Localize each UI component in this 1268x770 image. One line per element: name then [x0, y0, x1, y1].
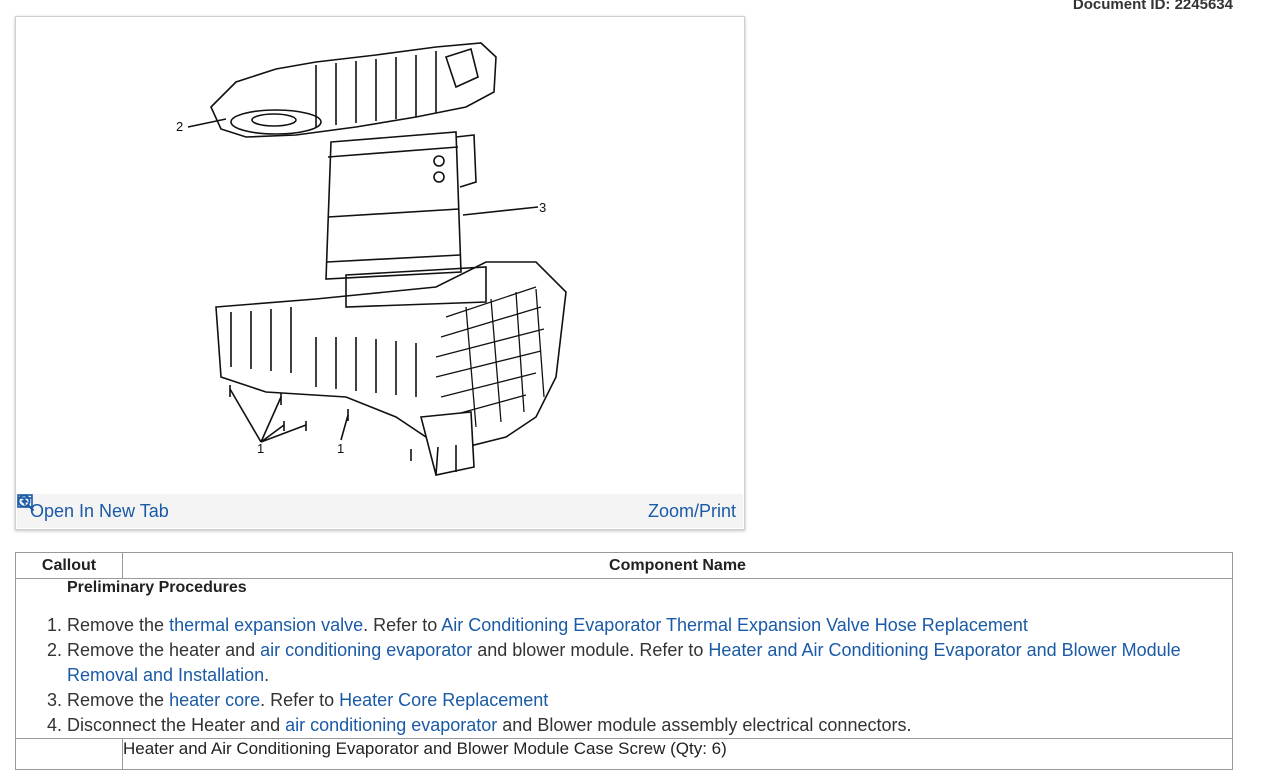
procedure-step: Disconnect the Heater and air conditioni…: [67, 713, 1232, 738]
zoom-icon: [17, 494, 35, 512]
callout-label: 1: [257, 441, 264, 456]
open-new-tab-button[interactable]: Open In New Tab: [17, 494, 169, 522]
procedure-link[interactable]: Air Conditioning Evaporator Thermal Expa…: [441, 615, 1028, 635]
procedure-link[interactable]: Heater Core Replacement: [339, 690, 548, 710]
header-callout: Callout: [15, 552, 123, 579]
procedure-text: . Refer to: [363, 615, 442, 635]
open-new-tab-label: Open In New Tab: [30, 500, 169, 521]
procedure-link[interactable]: heater core: [169, 690, 260, 710]
procedure-text: Remove the: [67, 690, 170, 710]
procedure-steps: Remove the thermal expansion valve. Refe…: [16, 613, 1232, 738]
hvac-module-diagram: 2 3 1 1: [176, 42, 567, 476]
header-component-name: Component Name: [122, 552, 1233, 579]
callout-label: 2: [176, 119, 183, 134]
zoom-print-button[interactable]: Zoom/Print: [17, 494, 736, 522]
procedure-text: . Refer to: [260, 690, 340, 710]
figure-panel: 2 3 1 1 Open In New Tab Zoom/Print: [15, 16, 745, 530]
procedure-text: Disconnect the Heater and: [67, 715, 286, 735]
procedure-link[interactable]: thermal expansion valve: [169, 615, 363, 635]
callout-label: 3: [539, 200, 546, 215]
procedure-text: Remove the: [67, 615, 170, 635]
procedure-text: and blower module. Refer to: [472, 640, 709, 660]
procedure-link[interactable]: air conditioning evaporator: [285, 715, 497, 735]
procedure-text: Remove the heater and: [67, 640, 261, 660]
procedure-text: and Blower module assembly electrical co…: [497, 715, 912, 735]
procedure-step: Remove the thermal expansion valve. Refe…: [67, 613, 1232, 638]
procedure-step: Remove the heater core. Refer to Heater …: [67, 688, 1232, 713]
preliminary-title: Preliminary Procedures: [67, 579, 247, 596]
callout-label: 1: [337, 441, 344, 456]
zoom-print-label: Zoom/Print: [647, 500, 736, 521]
preliminary-procedures-cell: Preliminary Procedures Remove the therma…: [15, 578, 1233, 739]
document-id: Document ID: 2245634: [1072, 0, 1233, 13]
procedure-text: .: [264, 665, 270, 685]
figure-toolbar: Open In New Tab Zoom/Print: [17, 494, 743, 528]
callout-table: Callout Component Name Preliminary Proce…: [15, 552, 1233, 770]
procedure-step: Remove the heater and air conditioning e…: [67, 638, 1232, 688]
procedure-link[interactable]: air conditioning evaporator: [260, 640, 472, 660]
